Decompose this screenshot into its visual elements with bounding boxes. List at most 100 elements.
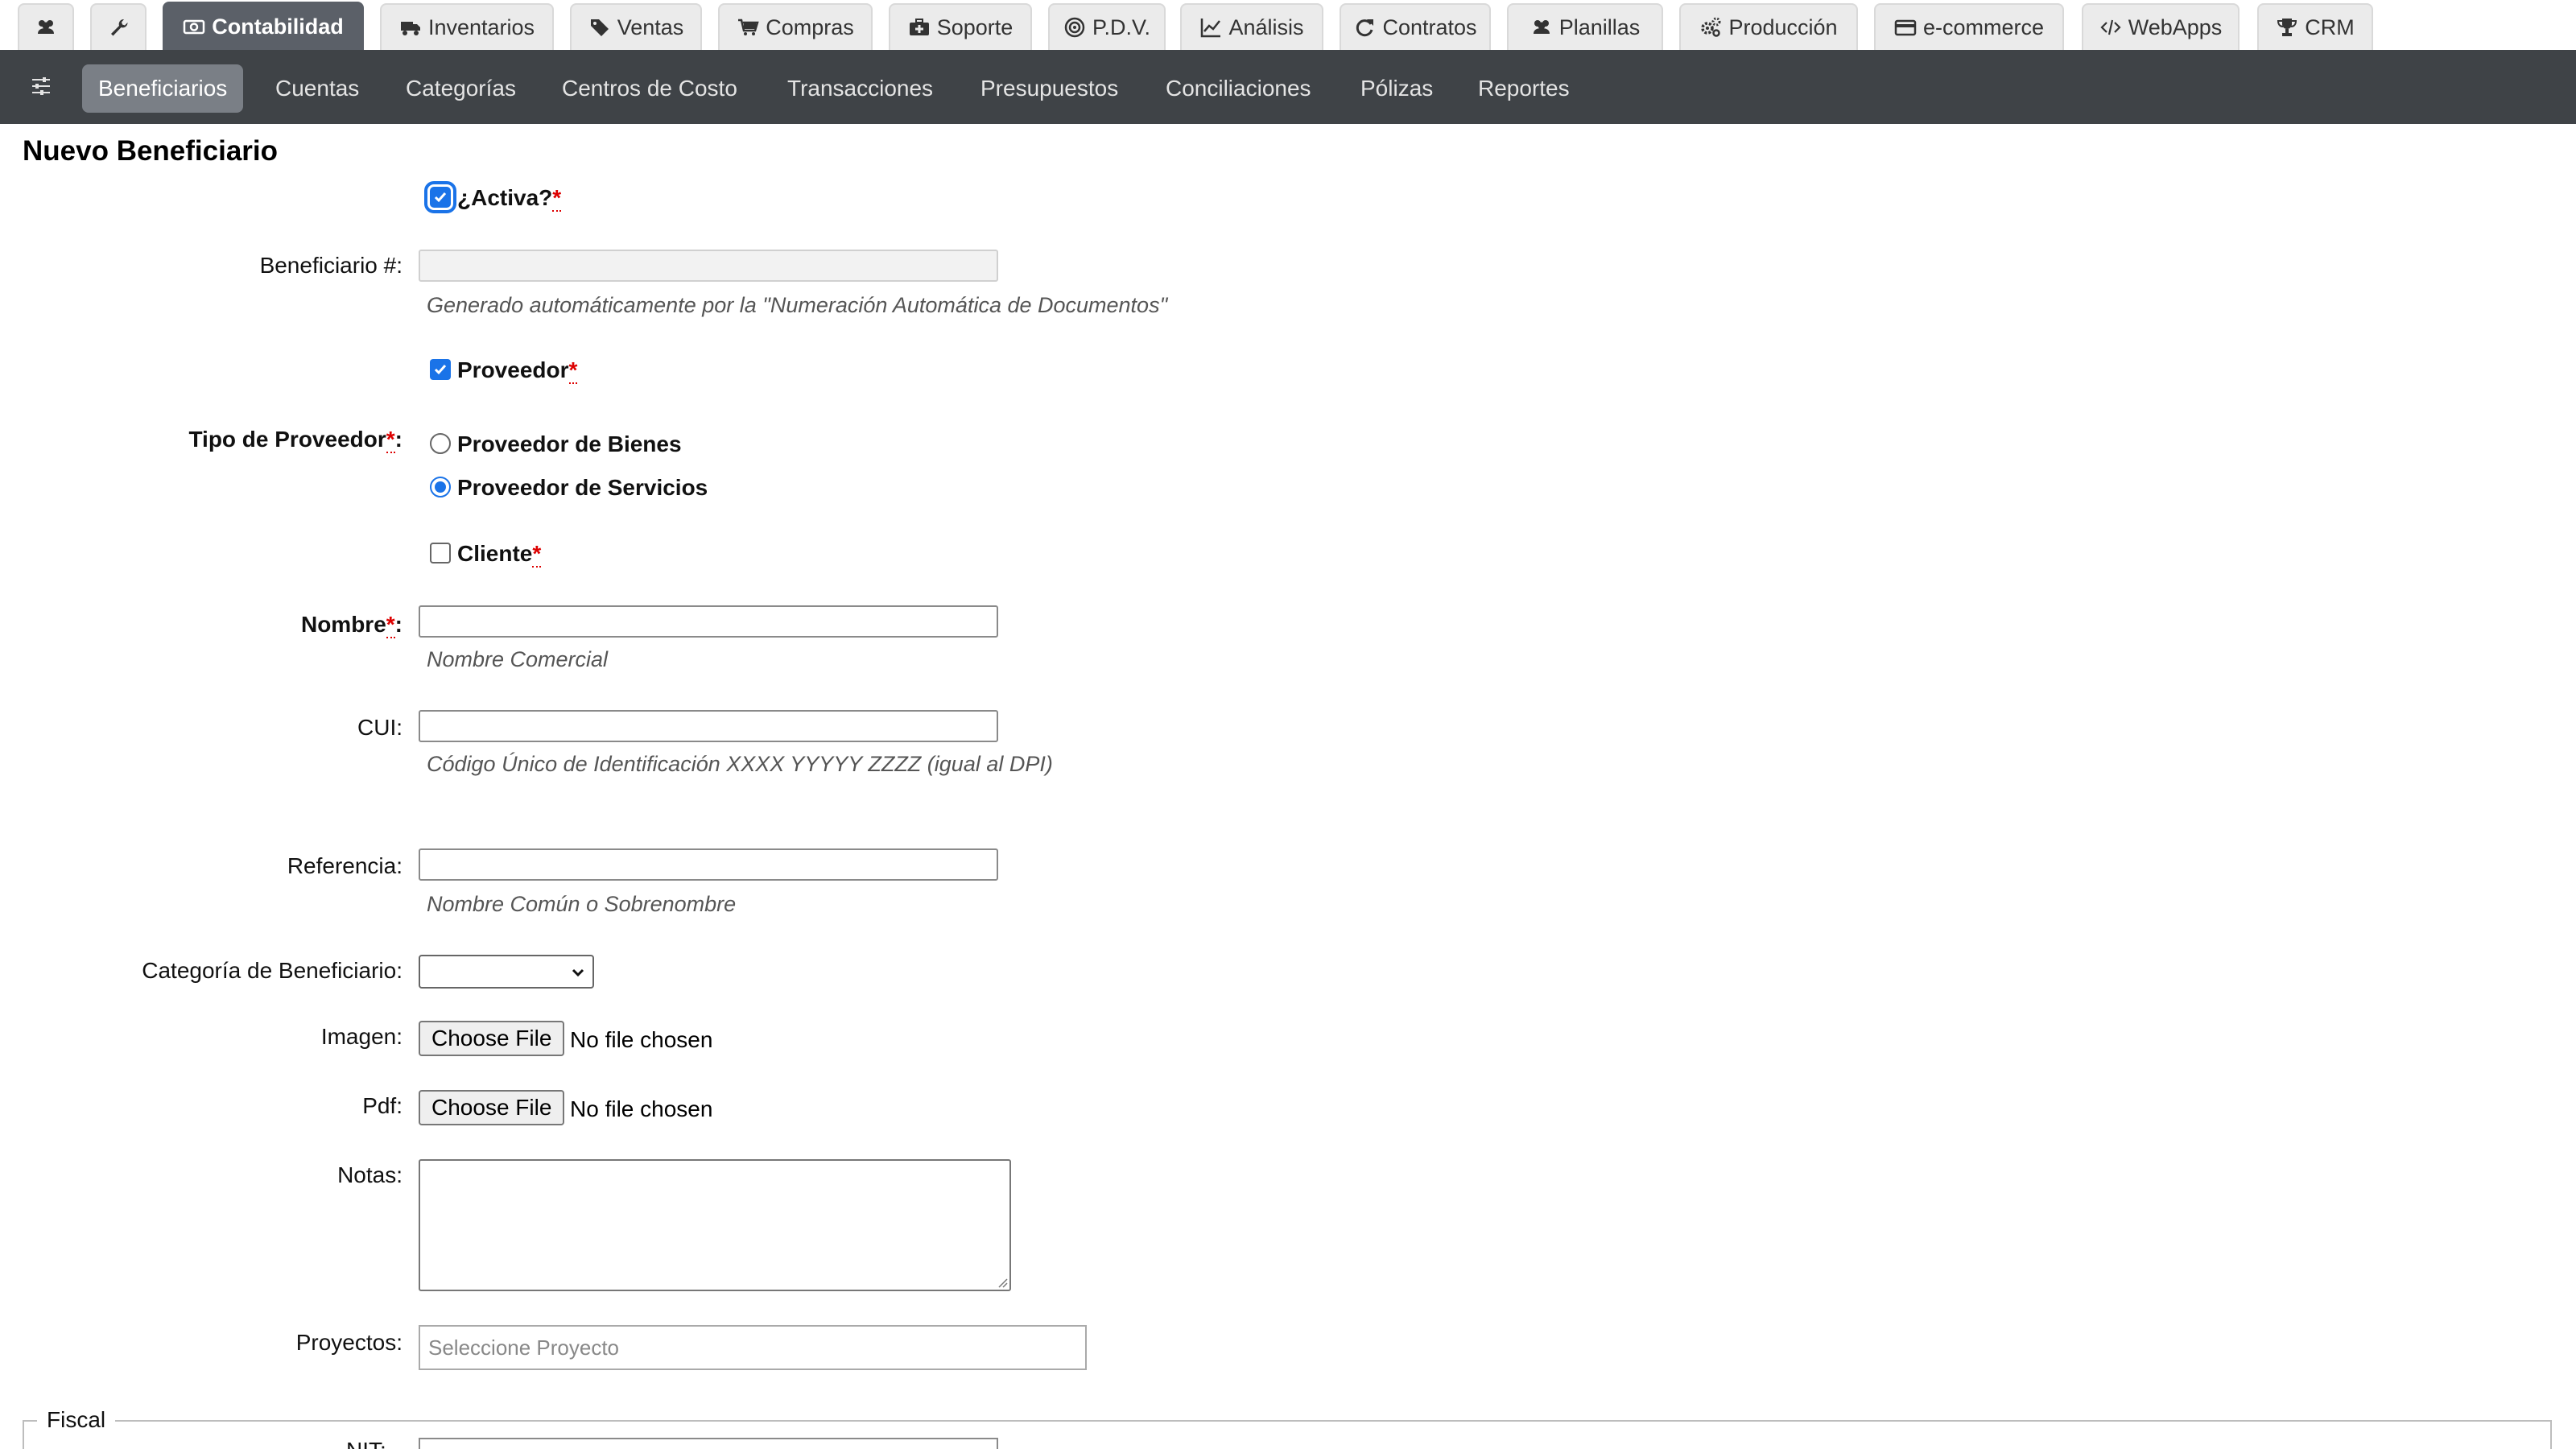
subnav-cuentas[interactable]: Cuentas xyxy=(259,64,375,113)
required-mark: * xyxy=(552,185,562,212)
medkit-icon xyxy=(909,19,929,35)
referencia-hint: Nombre Común o Sobrenombre xyxy=(427,892,737,916)
tab-soporte[interactable]: Soporte xyxy=(889,3,1032,50)
subnav-transacciones[interactable]: Transacciones xyxy=(771,64,949,113)
nit-label: NIT: xyxy=(346,1438,386,1449)
tab-inventarios[interactable]: Inventarios xyxy=(380,3,554,50)
cliente-checkbox[interactable] xyxy=(430,543,451,564)
proveedor-label: Proveedor* xyxy=(457,357,578,384)
checkmark-icon xyxy=(434,365,447,375)
sub-navigation: Beneficiarios Cuentas Categorías Centros… xyxy=(0,50,2576,124)
subnav-categorias[interactable]: Categorías xyxy=(390,64,532,113)
tab-label: P.D.V. xyxy=(1092,14,1151,39)
subnav-conciliaciones[interactable]: Conciliaciones xyxy=(1150,64,1327,113)
imagen-file-status: No file chosen xyxy=(570,1027,713,1052)
tab-ventas[interactable]: Ventas xyxy=(570,3,702,50)
gears-icon xyxy=(1701,17,1721,37)
nombre-input[interactable] xyxy=(419,605,998,638)
fiscal-legend: Fiscal xyxy=(37,1407,116,1433)
tab-crm[interactable]: CRM xyxy=(2257,3,2373,50)
tab-produccion[interactable]: Producción xyxy=(1679,3,1858,50)
proveedor-label-text: Proveedor xyxy=(457,357,569,382)
tab-compras[interactable]: Compras xyxy=(718,3,873,50)
tab-pdv[interactable]: P.D.V. xyxy=(1048,3,1166,50)
line-chart-icon xyxy=(1201,19,1221,38)
cliente-label-text: Cliente xyxy=(457,541,533,566)
subnav-centros-de-costo[interactable]: Centros de Costo xyxy=(546,64,753,113)
referencia-input[interactable] xyxy=(419,848,998,881)
proyectos-label: Proyectos: xyxy=(295,1330,402,1355)
subnav-reportes[interactable]: Reportes xyxy=(1462,64,1586,113)
nombre-label: Nombre*: xyxy=(0,612,402,638)
tab-label: Inventarios xyxy=(427,14,535,39)
imagen-label: Imagen: xyxy=(320,1024,402,1049)
tab-webapps[interactable]: WebApps xyxy=(2082,3,2240,50)
activa-label-text: ¿Activa? xyxy=(457,185,553,210)
required-mark: * xyxy=(386,612,395,638)
proveedor-servicios-radio[interactable] xyxy=(430,477,451,497)
trophy-icon xyxy=(2277,19,2297,36)
tipo-proveedor-label: Tipo de Proveedor*: xyxy=(0,427,402,453)
cui-hint: Código Único de Identificación XXXX YYYY… xyxy=(427,752,1053,776)
users-icon xyxy=(1533,20,1550,34)
notas-textarea[interactable] xyxy=(419,1159,1011,1291)
nombre-label-text: Nombre xyxy=(300,612,386,637)
label-colon: : xyxy=(394,427,402,452)
notas-label: Notas: xyxy=(337,1162,402,1187)
cui-label: CUI: xyxy=(357,715,402,740)
tab-label: Ventas xyxy=(617,14,684,39)
tab-contratos[interactable]: Contratos xyxy=(1340,3,1491,50)
cart-icon xyxy=(738,19,759,35)
tab-label: CRM xyxy=(2305,14,2355,39)
wrench-icon xyxy=(111,19,128,36)
proveedor-checkbox[interactable] xyxy=(430,359,451,380)
tab-ecommerce[interactable]: e-commerce xyxy=(1874,3,2064,50)
subnav-polizas[interactable]: Pólizas xyxy=(1344,64,1449,113)
activa-checkbox[interactable] xyxy=(424,181,456,213)
proveedor-bienes-radio[interactable] xyxy=(430,433,451,454)
tab-label: Planillas xyxy=(1558,14,1641,39)
tab-label: Producción xyxy=(1728,14,1838,39)
tab-contabilidad[interactable]: Contabilidad xyxy=(163,2,364,50)
tab-planillas[interactable]: Planillas xyxy=(1507,3,1663,50)
tab-tools[interactable] xyxy=(90,3,147,50)
truck-icon xyxy=(400,22,420,35)
subnav-beneficiarios[interactable]: Beneficiarios xyxy=(82,64,244,113)
tab-label: e-commerce xyxy=(1922,14,2045,39)
refresh-icon xyxy=(1356,19,1374,37)
checkmark-icon xyxy=(434,192,447,203)
tab-label: Análisis xyxy=(1228,14,1304,39)
sliders-toggle-button[interactable] xyxy=(24,69,58,103)
tab-label: Soporte xyxy=(936,14,1013,39)
nombre-hint: Nombre Comercial xyxy=(427,647,609,671)
money-icon xyxy=(184,19,205,35)
tab-label: Contabilidad xyxy=(212,14,344,39)
sliders-icon xyxy=(32,77,50,95)
tab-analisis[interactable]: Análisis xyxy=(1180,3,1323,50)
categoria-select[interactable] xyxy=(419,955,594,989)
beneficiario-num-label: Beneficiario #: xyxy=(259,253,402,278)
beneficiario-num-hint: Generado automáticamente por la "Numerac… xyxy=(427,293,1168,317)
pdf-file-status: No file chosen xyxy=(570,1096,713,1121)
target-icon xyxy=(1064,17,1085,38)
cliente-label: Cliente* xyxy=(457,541,542,568)
tags-icon xyxy=(590,19,609,36)
resize-grip-icon[interactable] xyxy=(995,1275,1008,1288)
referencia-label: Referencia: xyxy=(287,853,402,878)
tipo-proveedor-label-text: Tipo de Proveedor xyxy=(188,427,386,452)
label-colon: : xyxy=(394,612,402,637)
nit-input[interactable] xyxy=(419,1438,998,1449)
pdf-choose-file-button[interactable]: Choose File xyxy=(419,1090,565,1125)
categoria-label: Categoría de Beneficiario: xyxy=(142,958,402,983)
tab-users[interactable] xyxy=(18,3,74,50)
proveedor-servicios-label: Proveedor de Servicios xyxy=(457,475,708,500)
pdf-label: Pdf: xyxy=(362,1093,402,1118)
activa-label: ¿Activa?* xyxy=(457,185,562,212)
proveedor-bienes-label: Proveedor de Bienes xyxy=(457,431,682,456)
imagen-choose-file-button[interactable]: Choose File xyxy=(419,1021,565,1056)
chevron-down-icon xyxy=(572,968,584,977)
subnav-presupuestos[interactable]: Presupuestos xyxy=(964,64,1134,113)
cui-input[interactable] xyxy=(419,710,998,742)
proyectos-select[interactable]: Seleccione Proyecto xyxy=(419,1325,1087,1370)
fiscal-fieldset xyxy=(23,1420,2552,1449)
